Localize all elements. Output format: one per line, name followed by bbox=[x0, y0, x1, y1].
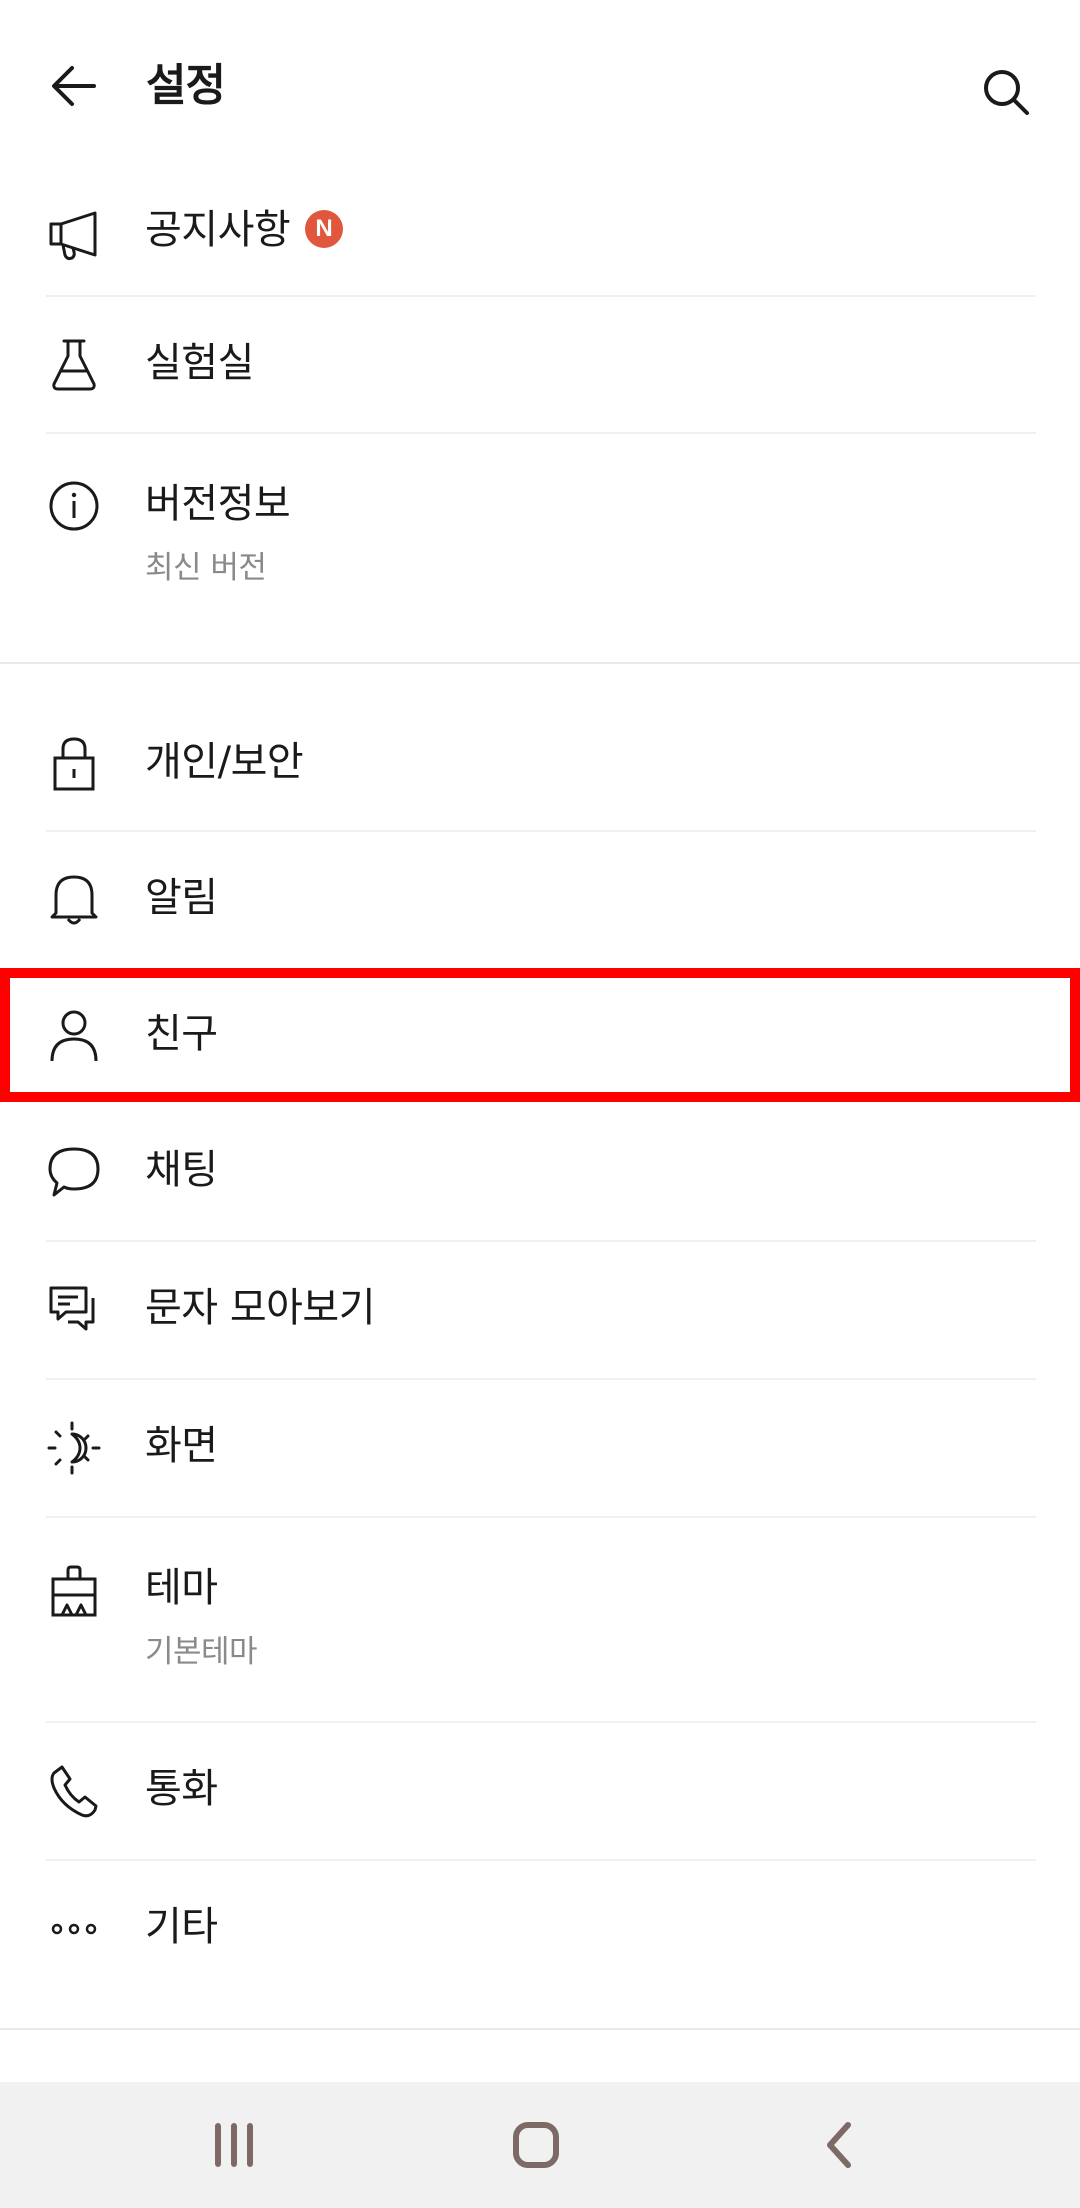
settings-item-label: 테마 bbox=[145, 1565, 218, 1611]
settings-item-theme[interactable]: 테마 기본테마 bbox=[0, 1518, 1080, 1722]
settings-item-friends[interactable]: 친구 bbox=[0, 968, 1080, 1102]
settings-item-label: 문자 모아보기 bbox=[145, 1285, 376, 1331]
settings-item-lab[interactable]: 실험실 bbox=[0, 297, 1080, 433]
new-badge: N bbox=[305, 210, 343, 248]
nav-back-icon bbox=[827, 2122, 851, 2168]
settings-item-label: 개인/보안 bbox=[145, 739, 304, 785]
back-button[interactable] bbox=[36, 46, 112, 126]
lock-icon bbox=[40, 730, 108, 798]
settings-item-sms[interactable]: 문자 모아보기 bbox=[0, 1242, 1080, 1378]
settings-item-label: 화면 bbox=[145, 1423, 218, 1469]
header: 설정 bbox=[0, 0, 1080, 172]
recent-apps-icon bbox=[215, 2123, 253, 2167]
home-icon bbox=[513, 2122, 559, 2168]
settings-item-label: 친구 bbox=[145, 1011, 218, 1057]
section-divider bbox=[0, 662, 1080, 664]
megaphone-icon bbox=[40, 202, 108, 270]
settings-item-privacy[interactable]: 개인/보안 bbox=[0, 696, 1080, 830]
settings-item-label: 버전정보 bbox=[145, 481, 291, 527]
home-button[interactable] bbox=[476, 2100, 596, 2190]
settings-item-label: 통화 bbox=[145, 1766, 218, 1812]
chat-bubble-icon bbox=[40, 1138, 108, 1206]
settings-item-label: 기타 bbox=[145, 1904, 218, 1950]
settings-item-label: 채팅 bbox=[145, 1147, 218, 1193]
page-title: 설정 bbox=[146, 60, 226, 111]
back-arrow-icon bbox=[52, 66, 96, 106]
settings-item-call[interactable]: 통화 bbox=[0, 1723, 1080, 1859]
info-icon bbox=[40, 472, 108, 540]
search-button[interactable] bbox=[966, 52, 1046, 132]
theme-current: 기본테마 bbox=[145, 1634, 258, 1670]
settings-item-chat[interactable]: 채팅 bbox=[0, 1104, 1080, 1240]
settings-item-notice[interactable]: 공지사항 N bbox=[0, 172, 1080, 296]
theme-brush-icon bbox=[40, 1558, 108, 1626]
flask-icon bbox=[40, 331, 108, 399]
settings-item-label: 공지사항 bbox=[145, 207, 291, 253]
settings-item-version[interactable]: 버전정보 최신 버전 bbox=[0, 434, 1080, 662]
bell-icon bbox=[40, 866, 108, 934]
nav-back-button[interactable] bbox=[780, 2100, 900, 2190]
settings-item-label: 실험실 bbox=[145, 340, 254, 386]
version-status: 최신 버전 bbox=[145, 550, 267, 586]
section-divider bbox=[0, 2028, 1080, 2030]
brightness-icon bbox=[40, 1414, 108, 1482]
more-dots-icon bbox=[40, 1895, 108, 1963]
message-stack-icon bbox=[40, 1276, 108, 1344]
phone-icon bbox=[40, 1757, 108, 1825]
person-icon bbox=[40, 1002, 108, 1070]
search-icon bbox=[984, 70, 1029, 115]
recent-apps-button[interactable] bbox=[174, 2100, 294, 2190]
system-navigation-bar bbox=[0, 2082, 1080, 2208]
settings-item-etc[interactable]: 기타 bbox=[0, 1861, 1080, 1997]
settings-item-label: 알림 bbox=[145, 875, 218, 921]
settings-item-alarm[interactable]: 알림 bbox=[0, 832, 1080, 968]
settings-item-screen[interactable]: 화면 bbox=[0, 1380, 1080, 1516]
